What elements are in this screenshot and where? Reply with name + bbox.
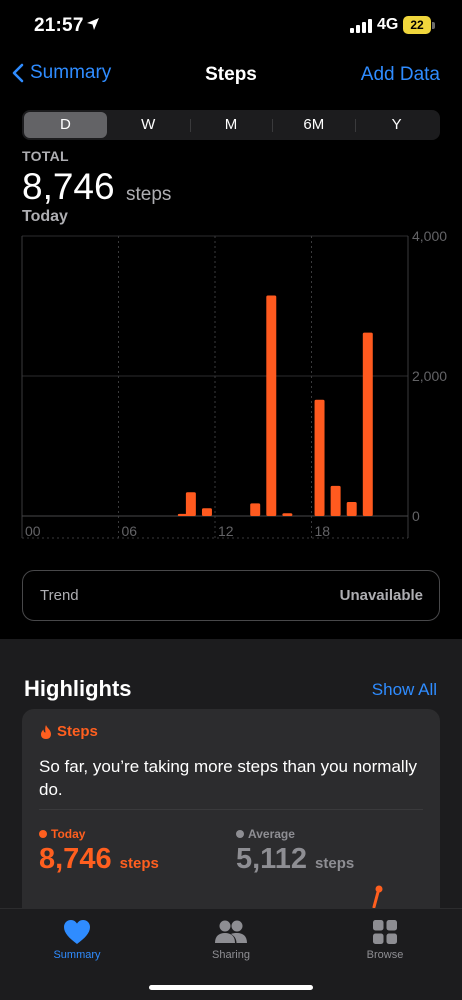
segment-w[interactable]: W [107, 112, 190, 138]
average-value: 5,112 [236, 843, 307, 875]
trend-label: Trend [40, 587, 79, 604]
y-tick-label: 0 [412, 508, 420, 524]
grid-icon [373, 920, 397, 944]
highlight-category: Steps [57, 723, 98, 740]
steps-bar [250, 503, 261, 516]
status-bar: 21:57 4G 22 [0, 0, 462, 52]
tab-summary[interactable]: Summary [22, 919, 132, 961]
tab-browse-label: Browse [366, 949, 404, 961]
tab-summary-label: Summary [53, 949, 101, 961]
back-label: Summary [30, 62, 112, 83]
home-indicator [149, 985, 313, 990]
add-data-button[interactable]: Add Data [361, 64, 440, 86]
steps-bar [362, 332, 373, 516]
flame-icon [41, 724, 51, 739]
comparison-mark-icon [372, 885, 383, 909]
highlight-text: So far, you’re taking more steps than yo… [39, 757, 417, 799]
back-button[interactable]: Summary [12, 62, 111, 84]
steps-bar [330, 485, 341, 516]
steps-bar [346, 502, 357, 516]
x-tick-label: 18 [315, 523, 331, 539]
steps-main: D W M 6M Y TOTAL 8,746 steps Today 4,000 2,00… [0, 98, 462, 639]
steps-bar [185, 492, 196, 516]
segment-6m[interactable]: 6M [272, 112, 355, 138]
y-tick-label: 2,000 [412, 368, 447, 384]
network-type: 4G [377, 16, 399, 33]
total-unit: steps [126, 184, 172, 205]
average-stat: Average 5,112 steps [236, 827, 354, 876]
x-tick-label: 12 [218, 523, 234, 539]
trend-value: Unavailable [339, 587, 423, 604]
steps-bar [201, 508, 212, 516]
chevron-left-icon [12, 63, 24, 83]
total-date: Today [22, 208, 68, 225]
total-label: TOTAL [22, 148, 69, 164]
heart-icon [64, 920, 90, 944]
period-segmented-control: D W M 6M Y [22, 110, 440, 140]
cellular-signal-icon [350, 18, 372, 33]
segment-m[interactable]: M [189, 112, 273, 138]
trend-row[interactable]: Trend Unavailable [22, 570, 440, 621]
location-arrow-icon [87, 18, 99, 30]
status-time: 21:57 [34, 15, 84, 36]
today-stat: Today 8,746 steps [39, 827, 159, 876]
average-label: Average [248, 827, 295, 841]
tab-browse[interactable]: Browse [330, 919, 440, 961]
steps-bar [282, 513, 293, 516]
segment-d[interactable]: D [24, 112, 107, 138]
card-divider [39, 809, 423, 810]
today-value: 8,746 [39, 843, 112, 875]
show-all-button[interactable]: Show All [372, 680, 437, 700]
today-label: Today [51, 827, 86, 841]
people-icon [215, 920, 247, 943]
average-unit: steps [315, 855, 355, 872]
battery-tip [432, 22, 435, 29]
today-dot [39, 830, 47, 838]
tab-sharing[interactable]: Sharing [176, 919, 286, 961]
x-tick-label: 00 [25, 523, 41, 539]
tab-sharing-label: Sharing [212, 949, 250, 961]
battery-icon: 22 [403, 16, 431, 34]
steps-bar [266, 295, 277, 516]
navigation-bar: Summary Steps Add Data [0, 56, 462, 96]
total-value: 8,746 [22, 166, 115, 207]
segment-y[interactable]: Y [355, 112, 438, 138]
today-unit: steps [119, 855, 159, 872]
y-tick-label: 4,000 [412, 228, 447, 244]
highlight-card-header: Steps [39, 723, 98, 740]
steps-chart-svg: 4,0002,000000 06 12 18 [21, 228, 447, 539]
steps-bar [314, 399, 325, 516]
average-dot [236, 830, 244, 838]
steps-chart[interactable]: 4,000 2,000 0 00 06 12 18 [0, 228, 462, 548]
x-tick-label: 06 [122, 523, 138, 539]
highlights-title: Highlights [24, 676, 132, 701]
